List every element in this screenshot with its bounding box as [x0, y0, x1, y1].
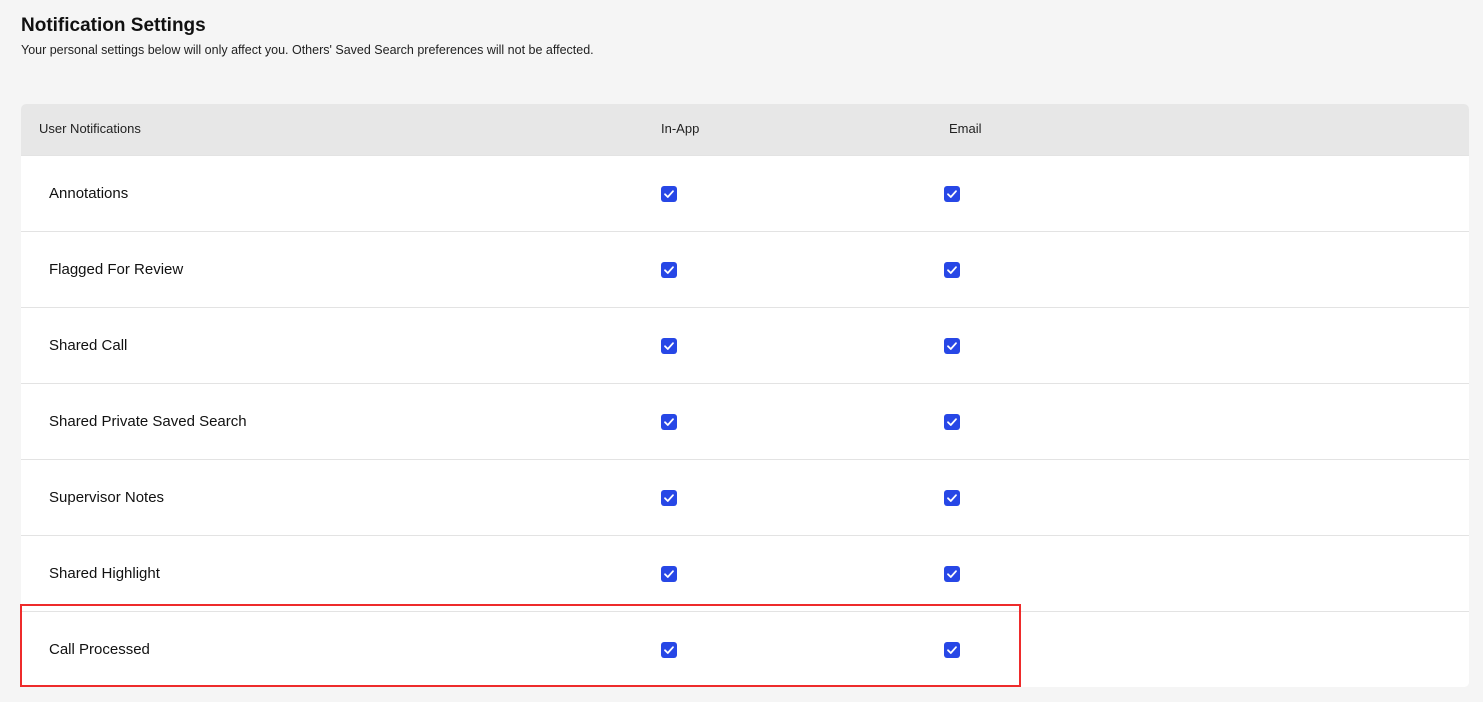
in-app-checkbox[interactable]	[661, 566, 677, 582]
check-icon	[664, 342, 674, 350]
column-header-email: Email	[949, 121, 982, 136]
in-app-checkbox[interactable]	[661, 414, 677, 430]
check-icon	[664, 646, 674, 654]
email-checkbox[interactable]	[944, 338, 960, 354]
table-row-shared-highlight: Shared Highlight	[21, 535, 1469, 611]
in-app-checkbox[interactable]	[661, 490, 677, 506]
table-header: User Notifications In-App Email	[21, 104, 1469, 155]
row-label: Supervisor Notes	[49, 489, 165, 506]
page-subtitle: Your personal settings below will only a…	[21, 43, 594, 57]
check-icon	[947, 570, 957, 578]
in-app-checkbox[interactable]	[661, 338, 677, 354]
row-label: Shared Private Saved Search	[49, 413, 247, 430]
notifications-table: User Notifications In-App Email Annotati…	[21, 104, 1469, 687]
check-icon	[664, 418, 674, 426]
check-icon	[947, 266, 957, 274]
email-checkbox[interactable]	[944, 566, 960, 582]
check-icon	[947, 494, 957, 502]
email-checkbox[interactable]	[944, 262, 960, 278]
email-checkbox[interactable]	[944, 414, 960, 430]
row-label: Shared Highlight	[49, 565, 160, 582]
table-row-call-processed: Call Processed	[21, 611, 1469, 687]
email-checkbox[interactable]	[944, 490, 960, 506]
table-row-flagged-for-review: Flagged For Review	[21, 231, 1469, 307]
column-header-user-notifications: User Notifications	[39, 121, 141, 136]
row-label: Shared Call	[49, 337, 128, 354]
row-label: Call Processed	[49, 641, 150, 658]
row-label: Flagged For Review	[49, 261, 184, 278]
page-title: Notification Settings	[21, 15, 206, 36]
table-row-annotations: Annotations	[21, 155, 1469, 231]
in-app-checkbox[interactable]	[661, 186, 677, 202]
in-app-checkbox[interactable]	[661, 642, 677, 658]
notification-settings-page: Notification Settings Your personal sett…	[0, 0, 1483, 702]
check-icon	[664, 266, 674, 274]
check-icon	[664, 570, 674, 578]
check-icon	[664, 190, 674, 198]
column-header-in-app: In-App	[661, 121, 700, 136]
email-checkbox[interactable]	[944, 642, 960, 658]
check-icon	[947, 418, 957, 426]
email-checkbox[interactable]	[944, 186, 960, 202]
table-row-shared-private-saved-search: Shared Private Saved Search	[21, 383, 1469, 459]
table-row-supervisor-notes: Supervisor Notes	[21, 459, 1469, 535]
check-icon	[947, 190, 957, 198]
in-app-checkbox[interactable]	[661, 262, 677, 278]
check-icon	[947, 646, 957, 654]
row-label: Annotations	[49, 185, 129, 202]
table-row-shared-call: Shared Call	[21, 307, 1469, 383]
check-icon	[947, 342, 957, 350]
check-icon	[664, 494, 674, 502]
